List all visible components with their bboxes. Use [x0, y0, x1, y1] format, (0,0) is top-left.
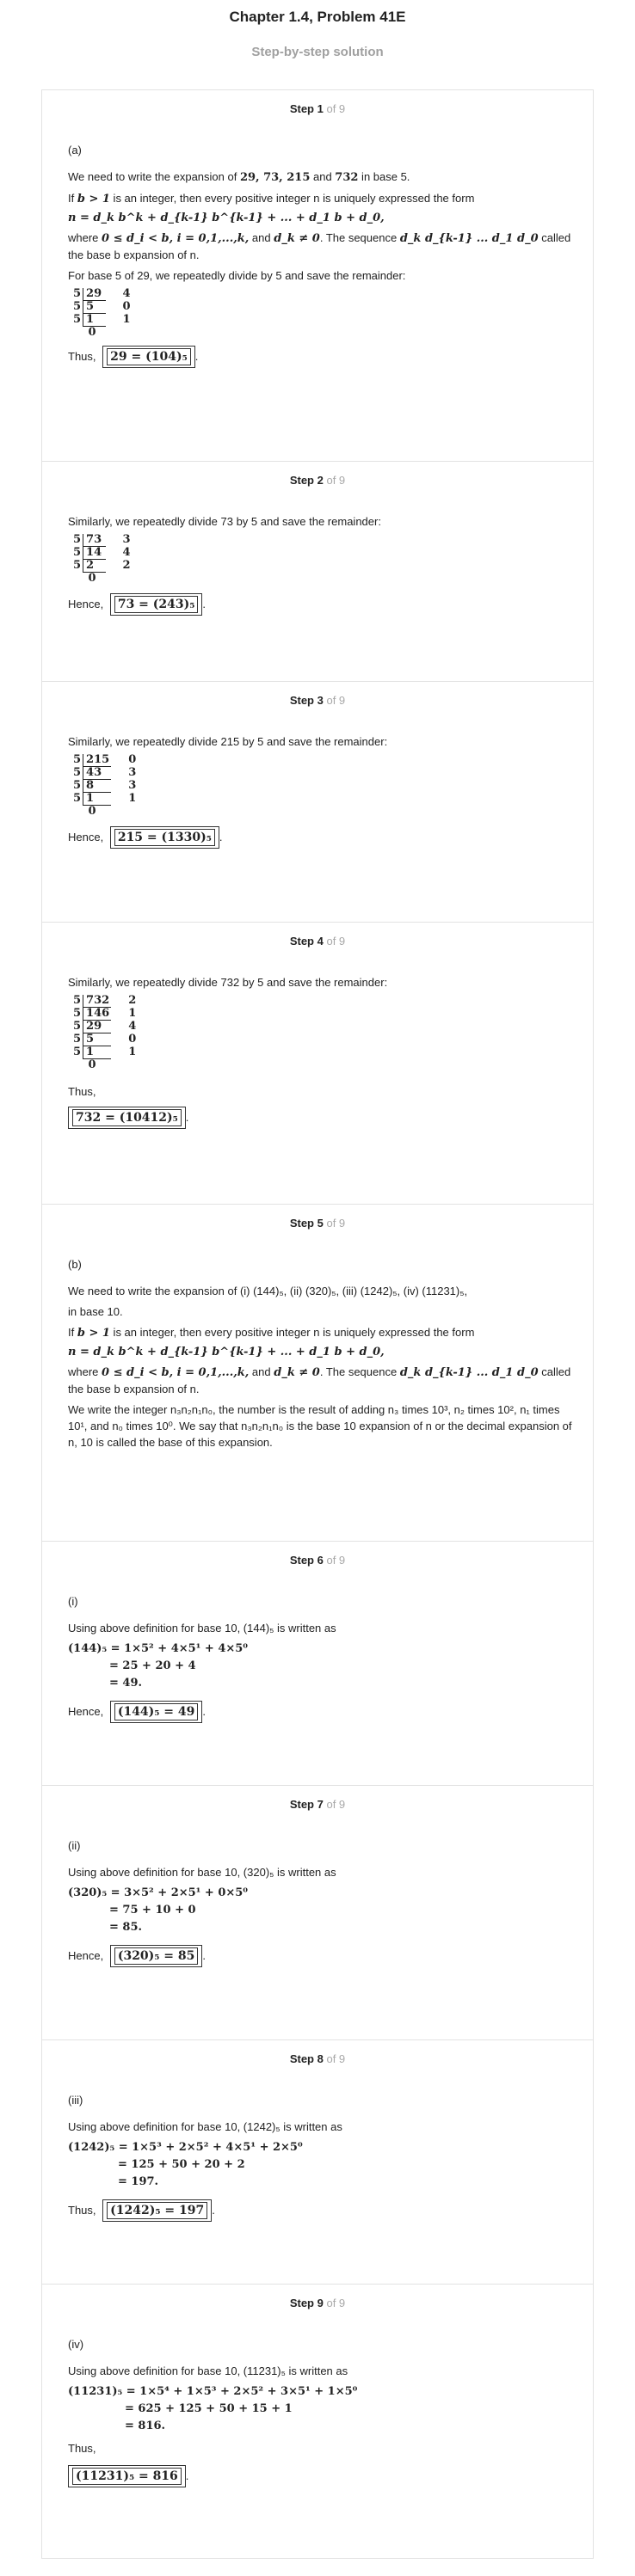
part-label: (iv) [68, 2338, 84, 2351]
step-5-intro: We need to write the expansion of (i) (1… [68, 1285, 468, 1297]
division-table: 5 215 0 5 43 3 583 511 0 [73, 753, 137, 818]
step-9-lead-2: Thus, [68, 2442, 96, 2455]
step-6-card: Step 6 of 9 (i) Using above definition f… [41, 1541, 594, 1785]
step-5-card: Step 5 of 9 (b) We need to write the exp… [41, 1204, 594, 1541]
step-1-where: where 0 ≤ d_i < b, i = 0,1,...,k, and d_… [68, 231, 571, 261]
step-3-note: Similarly, we repeatedly divide 215 by 5… [68, 735, 388, 748]
step-4-lead: Thus, [68, 1085, 96, 1098]
step-6-lead: Using above definition for base 10, (144… [68, 1622, 336, 1635]
step-8-lead: Using above definition for base 10, (124… [68, 2120, 342, 2133]
step-4-header: Step 4 of 9 [289, 935, 346, 948]
step-2-card: Step 2 of 9 Similarly, we repeatedly div… [41, 461, 594, 681]
step-5-intro-2: in base 10. [68, 1305, 123, 1318]
step-5-where: where 0 ≤ d_i < b, i = 0,1,...,k, and d_… [68, 1365, 571, 1395]
page-title: Chapter 1.4, Problem 41E [229, 9, 406, 25]
equation-line: (320)₅ = 3×5² + 2×5¹ + 0×5⁰ [68, 1886, 248, 1899]
step-4-card: Step 4 of 9 Similarly, we repeatedly div… [41, 922, 594, 1204]
step-1-definition: If b > 1 is an integer, then every posit… [68, 192, 475, 205]
part-label: (i) [68, 1595, 78, 1608]
division-table: 5 73 3 5 14 4 522 0 [73, 533, 131, 585]
expansion-formula: n = d_k b^k + d_{k-1} b^{k-1} + ... + d_… [68, 212, 385, 224]
step-6-result: Hence, (144)₅ = 49. [68, 1701, 576, 1723]
step-9-header: Step 9 of 9 [289, 2297, 346, 2309]
step-7-result: Hence, (320)₅ = 85. [68, 1945, 576, 1967]
equation-line: = 816. [125, 2420, 166, 2432]
step-4-result: 732 = (10412)₅. [68, 1107, 576, 1129]
step-4-note: Similarly, we repeatedly divide 732 by 5… [68, 976, 388, 989]
step-1-card: Step 1 of 9 (a) We need to write the exp… [41, 89, 594, 461]
step-2-header: Step 2 of 9 [289, 474, 346, 487]
equation-line: (1242)₅ = 1×5³ + 2×5² + 4×5¹ + 2×5⁰ [68, 2141, 303, 2154]
step-1-note: For base 5 of 29, we repeatedly divide b… [68, 269, 406, 282]
step-9-result: (11231)₅ = 816. [68, 2465, 576, 2487]
equation-line: = 125 + 50 + 20 + 2 [118, 2158, 245, 2171]
part-label: (b) [68, 1258, 82, 1271]
equation-line: (144)₅ = 1×5² + 4×5¹ + 4×5⁰ [68, 1642, 248, 1655]
step-7-lead: Using above definition for base 10, (320… [68, 1866, 336, 1879]
step-8-header: Step 8 of 9 [289, 2052, 346, 2065]
step-7-header: Step 7 of 9 [289, 1798, 346, 1811]
equation-line: = 197. [118, 2175, 159, 2188]
equation-line: = 625 + 125 + 50 + 15 + 1 [125, 2402, 293, 2415]
part-label: (iii) [68, 2094, 83, 2107]
step-8-result: Thus, (1242)₅ = 197. [68, 2199, 576, 2222]
division-table: 5 29 4 550 511 0 [73, 287, 131, 339]
equation-line: = 85. [109, 1921, 143, 1934]
part-label: (a) [68, 144, 82, 156]
part-label: (ii) [68, 1839, 81, 1852]
step-7-card: Step 7 of 9 (ii) Using above definition … [41, 1785, 594, 2039]
step-6-header: Step 6 of 9 [289, 1554, 346, 1567]
step-5-paragraph: We write the integer n₃n₂n₁n₀, the numbe… [68, 1403, 572, 1449]
step-5-header: Step 5 of 9 [289, 1217, 346, 1230]
step-3-result: Hence, 215 = (1330)₅. [68, 826, 576, 849]
step-1-header: Step 1 of 9 [289, 102, 346, 115]
division-table: 5 732 2 5 146 1 5 29 4 550 511 0 [73, 994, 137, 1071]
step-3-header: Step 3 of 9 [289, 694, 346, 707]
step-2-result: Hence, 73 = (243)₅. [68, 593, 576, 616]
step-3-card: Step 3 of 9 Similarly, we repeatedly div… [41, 681, 594, 922]
expansion-formula: n = d_k b^k + d_{k-1} b^{k-1} + ... + d_… [68, 1346, 385, 1359]
page-subtitle: Step-by-step solution [251, 45, 384, 59]
step-9-card: Step 9 of 9 (iv) Using above definition … [41, 2284, 594, 2559]
step-9-lead: Using above definition for base 10, (112… [68, 2364, 348, 2377]
equation-line: (11231)₅ = 1×5⁴ + 1×5³ + 2×5² + 3×5¹ + 1… [68, 2385, 358, 2398]
step-8-card: Step 8 of 9 (iii) Using above definition… [41, 2039, 594, 2284]
step-2-note: Similarly, we repeatedly divide 73 by 5 … [68, 515, 381, 528]
equation-line: = 75 + 10 + 0 [109, 1904, 196, 1917]
step-1-intro: We need to write the expansion of 29, 73… [68, 170, 410, 184]
equation-line: = 25 + 20 + 4 [109, 1659, 196, 1672]
step-5-definition: If b > 1 is an integer, then every posit… [68, 1326, 475, 1340]
step-1-result: Thus, 29 = (104)₅. [68, 346, 576, 368]
equation-line: = 49. [109, 1677, 143, 1690]
